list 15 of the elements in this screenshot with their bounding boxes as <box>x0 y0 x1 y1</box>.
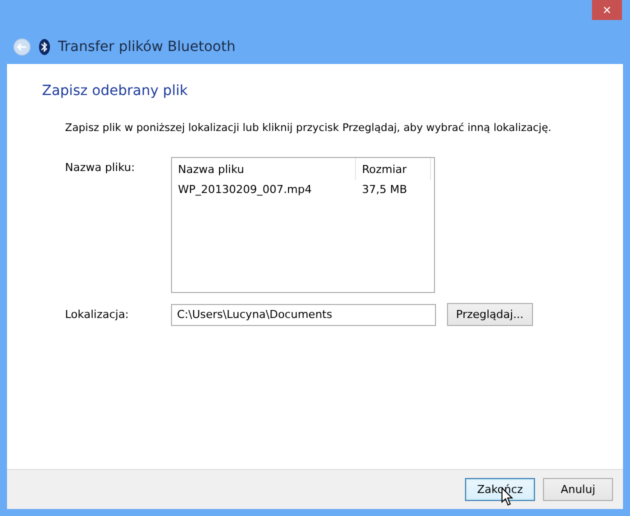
window-title: Transfer plików Bluetooth <box>58 39 236 55</box>
page-heading: Zapisz odebrany plik <box>42 83 189 99</box>
column-header[interactable]: Nazwa pliku <box>172 158 356 180</box>
location-label: Lokalizacja: <box>65 308 130 321</box>
back-icon[interactable] <box>13 38 31 56</box>
file-name-label: Nazwa pliku: <box>65 160 136 174</box>
list-cell-text: WP_20130209_007.mp4 <box>177 182 313 198</box>
browse-button[interactable]: Przeglądaj... <box>447 303 533 326</box>
close-button[interactable]: ✕ <box>592 0 622 20</box>
bluetooth-icon <box>39 39 50 55</box>
instruction-text: Zapisz plik w poniższej lokalizacji lub kliknij przycisk Przeglądaj, aby wybrać inną lokalizację. <box>65 122 552 134</box>
location-field[interactable]: C:\Users\Lucyna\Documents <box>171 304 436 326</box>
column-header[interactable]: Rozmiar <box>356 158 431 180</box>
list-cell-text: 37,5 MB <box>361 182 408 198</box>
dialog-button[interactable]: Anuluj <box>543 478 613 501</box>
